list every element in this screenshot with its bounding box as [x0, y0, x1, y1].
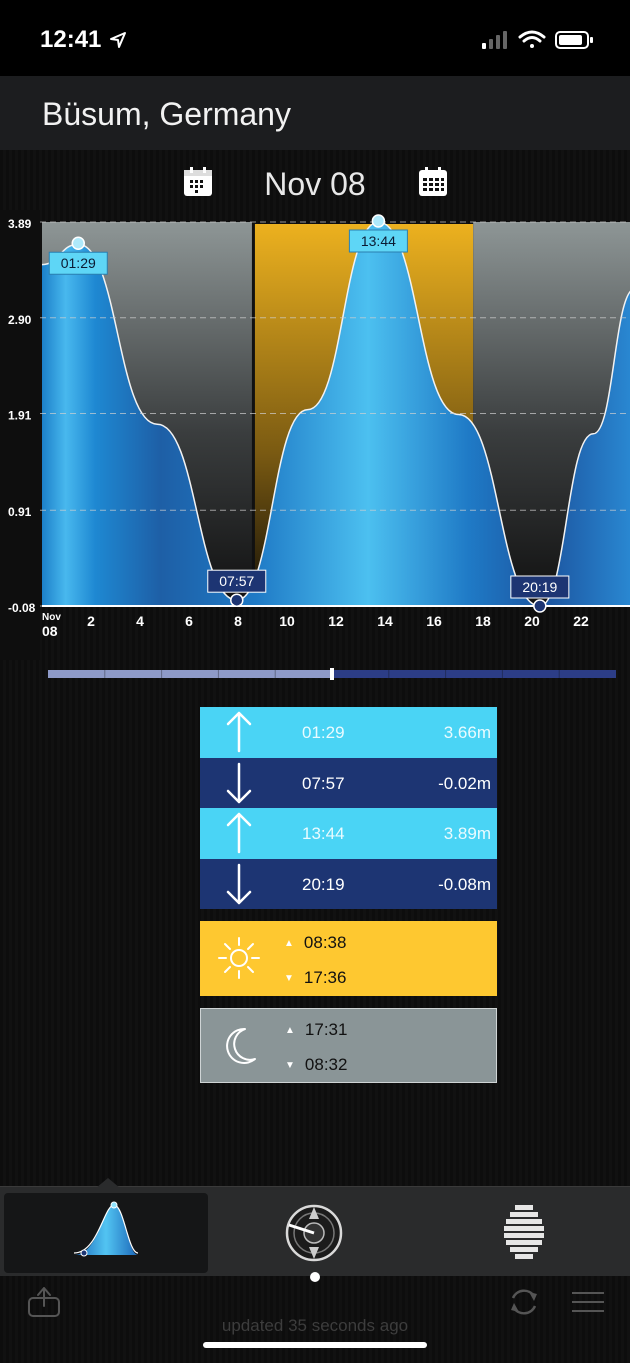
status-time: 12:41 [40, 26, 102, 53]
set-arrow-icon: ▼ [285, 1060, 295, 1071]
arrow-down-icon [226, 863, 252, 904]
x-tick-label: 18 [475, 613, 491, 629]
x-tick-label: 8 [234, 613, 242, 629]
tide-height: -0.02m [438, 773, 491, 793]
tide-time: 01:29 [302, 723, 345, 742]
arrow-up-icon [226, 812, 252, 854]
tide-chart-icon [73, 1201, 139, 1257]
status-bar: 12:41 [0, 0, 630, 76]
sunrise: ▲ 08:38 [284, 933, 346, 953]
slider-thumb[interactable] [330, 668, 334, 680]
x-tick-label: 16 [426, 613, 442, 629]
location-title: Büsum, Germany [42, 96, 291, 132]
tide-marker-dot [71, 236, 86, 250]
x-tick-label: 10 [279, 613, 295, 629]
rise-arrow-icon: ▲ [284, 938, 294, 949]
y-tick-label: -0.08 [8, 601, 36, 615]
slider-track-remaining [332, 670, 616, 678]
moon-box: ▲ 17:31 ▼ 08:32 [200, 1008, 497, 1083]
arrow-down-icon [226, 762, 252, 803]
x-tick-label: 4 [136, 613, 144, 629]
header: Büsum, Germany [0, 76, 630, 150]
y-tick-label: 0.91 [8, 505, 32, 519]
tide-marker-time: 07:57 [219, 573, 254, 589]
tide-table: 01:29 3.66m 07:57 -0.02m 13:44 3.89m 20:19 -0.0… [200, 707, 497, 909]
month-calendar-icon[interactable] [417, 166, 449, 198]
tide-marker-time: 01:29 [61, 255, 96, 271]
low-tide-row[interactable]: 07:57 -0.02m [200, 757, 497, 808]
tide-time: 07:57 [302, 773, 345, 793]
set-arrow-icon: ▼ [284, 973, 294, 984]
location-arrow-icon [110, 32, 126, 48]
signal-icon [482, 31, 507, 49]
bottom-bar: updated 35 seconds ago [0, 1276, 630, 1363]
status-icons [482, 30, 593, 49]
moonset: ▼ 08:32 [285, 1055, 347, 1075]
x-start-day-label: 08 [42, 623, 58, 639]
x-tick-label: 2 [87, 613, 95, 629]
sunset-time: 17:36 [303, 968, 347, 987]
tab-compass[interactable] [274, 1193, 354, 1273]
home-indicator [203, 1342, 427, 1348]
share-icon[interactable] [26, 1284, 62, 1320]
arrow-up-icon [226, 711, 252, 753]
battery-icon [555, 31, 593, 49]
tide-marker-dot [533, 599, 547, 613]
low-tide-row[interactable]: 20:19 -0.08m [200, 858, 497, 909]
high-tide-marker[interactable]: 13:44 [348, 214, 408, 253]
y-tick-label: 2.90 [8, 313, 32, 327]
tab-tide-chart[interactable] [4, 1193, 208, 1273]
x-tick-label: 20 [524, 613, 540, 629]
tide-marker-dot [371, 214, 386, 228]
y-tick-label: 1.91 [8, 409, 32, 423]
tide-table-icon [504, 1205, 544, 1259]
compass-icon [285, 1204, 343, 1262]
updated-status: updated 35 seconds ago [221, 1316, 409, 1335]
slider-track-filled [48, 670, 332, 678]
x-tick-label: 22 [573, 613, 589, 629]
sunrise-time: 08:38 [303, 933, 347, 952]
tide-height: 3.66m [443, 723, 491, 742]
tide-height: 3.89m [443, 824, 491, 843]
y-axis-background [0, 210, 40, 660]
sun-box: ▲ 08:38 ▼ 17:36 [200, 921, 497, 996]
tab-bar [0, 1178, 630, 1276]
sunset: ▼ 17:36 [284, 968, 346, 988]
high-tide-row[interactable]: 13:44 3.89m [200, 808, 497, 859]
tide-marker-dot [230, 593, 244, 607]
moonrise-time: 17:31 [304, 1020, 348, 1039]
y-tick-label: 3.89 [8, 217, 32, 231]
moonrise: ▲ 17:31 [285, 1020, 347, 1040]
tide-time: 13:44 [302, 824, 345, 843]
x-tick-label: 6 [185, 613, 193, 629]
high-tide-row[interactable]: 01:29 3.66m [200, 707, 497, 758]
x-start-month-label: Nov [42, 612, 61, 623]
date-label: Nov 08 [264, 166, 366, 202]
tide-chart[interactable]: 3.89 2.90 1.91 0.91 -0.08 2 4 6 8 10 12 14 16 18 20 22 N… [0, 210, 630, 660]
sun-icon [218, 937, 260, 979]
wifi-icon [518, 30, 546, 48]
moon-icon [226, 1027, 256, 1064]
tide-marker-time: 20:19 [522, 579, 557, 595]
tide-time: 20:19 [302, 874, 345, 894]
tab-tide-table[interactable] [484, 1193, 564, 1273]
menu-icon[interactable] [572, 1290, 604, 1314]
time-slider[interactable] [48, 668, 616, 680]
rise-arrow-icon: ▲ [285, 1025, 295, 1036]
date-nav: Nov 08 [0, 150, 630, 216]
x-tick-label: 12 [328, 613, 344, 629]
moonset-time: 08:32 [304, 1055, 348, 1074]
tide-height: -0.08m [438, 874, 491, 894]
tide-marker-time: 13:44 [361, 233, 396, 249]
active-tab-pointer-icon [96, 1178, 120, 1188]
x-tick-label: 14 [377, 613, 393, 629]
